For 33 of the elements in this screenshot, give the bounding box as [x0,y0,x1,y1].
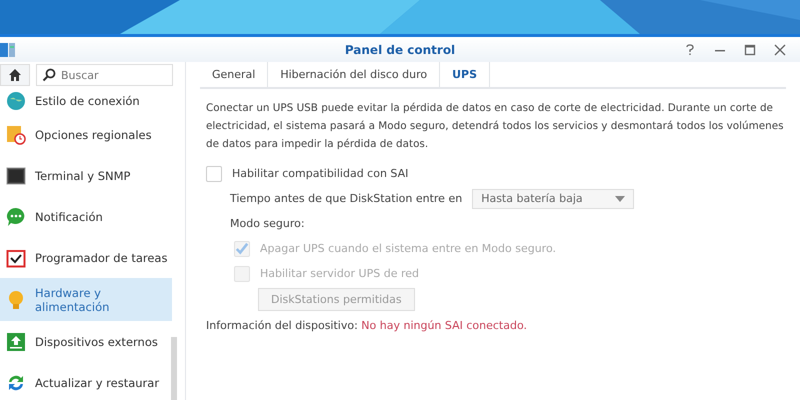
chat-bubble-icon [6,206,26,226]
sidebar-item[interactable]: Actualizar y restaurar [0,362,172,400]
device-info-text: Información del dispositivo: No hay ningún SAI conectado. [206,319,528,332]
light-bulb-icon [6,290,26,310]
section-label: Modo seguro: [230,216,306,232]
sidebar-item[interactable]: Hardware y alimentación [0,278,172,321]
terminal-icon [6,166,26,186]
description-text: Conectar un UPS USB puede evitar la pérdida de datos en caso de corte de electricidad. Durante un corte de electricidad, el sistema pasará a Modo seguro, detendrá todos los servicios y desmontará todos los volúmenes de datos para impedir la pérdida de datos. [206,101,785,152]
caret-icon [615,196,626,202]
window-title: Panel de control [344,42,456,56]
sidebar-item[interactable]: Terminal y SNMP [0,155,172,196]
sidebar-item[interactable]: Dispositivos externos [0,321,172,362]
close-icon[interactable] [774,44,786,56]
calendar-check-icon [6,248,26,268]
home-button[interactable] [0,64,30,86]
help-icon[interactable] [684,44,696,56]
upload-icon [6,332,26,352]
checkbox[interactable] [206,166,222,182]
map-clock-icon [6,124,26,144]
control-panel-icon [0,40,16,58]
checkbox-label: Habilitar compatibilidad con SAI [232,167,408,180]
sidebar-item[interactable]: Estilo de conexión [0,88,172,114]
search-field[interactable]: Buscar [36,64,173,86]
dropdown[interactable]: Hasta batería baja [472,188,634,208]
maximize-icon[interactable] [744,44,756,56]
search-icon [42,68,56,82]
sidebar-item[interactable]: Notificación [0,196,172,237]
sidebar-item[interactable]: Opciones regionales [0,114,172,155]
sidebar-item[interactable]: Programador de tareas [0,237,172,278]
checkbox-label: Apagar UPS cuando el sistema entre en Modo seguro. [234,236,786,261]
field-label: Tiempo antes de que DiskStation entre en [230,192,462,205]
home-icon [8,68,22,82]
checkbox-label: Habilitar servidor UPS de red [234,261,786,286]
